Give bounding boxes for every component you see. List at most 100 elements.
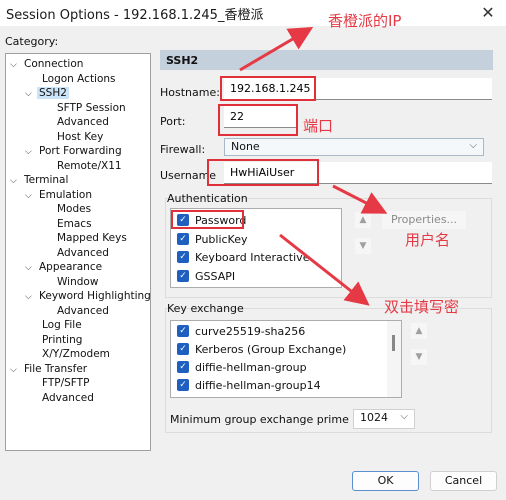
kex-move-down-button[interactable]: ▼ [411,349,427,365]
tree-item-terminal[interactable]: ⌵ Terminal [10,173,70,187]
tree-item-advanced[interactable]: Advanced [40,304,111,318]
chevron-down-icon[interactable]: ⌵ [10,58,22,72]
tree-item-logon-actions[interactable]: Logon Actions [25,72,118,86]
tree-item-label: Advanced [57,304,109,317]
kex-item[interactable]: ✓diffie-hellman [177,395,271,398]
tree-item-label: Emulation [39,188,92,201]
category-tree[interactable]: ⌵ Connection Logon Actions ⌵ SSH2 SFTP Sessio… [5,53,151,451]
tree-item-label: Emacs [57,217,92,230]
triangle-up-icon: ▲ [359,215,367,225]
checkbox-checked-icon[interactable]: ✓ [177,325,189,337]
tree-item-label: Advanced [57,116,109,128]
tree-item-x-y-zmodem[interactable]: X/Y/Zmodem [25,347,112,361]
tree-item-label: SSH2 [37,87,69,99]
chevron-down-icon[interactable]: ⌵ [10,174,22,188]
hostname-label: Hostname: [160,86,220,99]
chevron-down-icon[interactable]: ⌵ [25,189,37,203]
checkbox-checked-icon[interactable]: ✓ [177,379,189,391]
chevron-down-icon: ⌵ [469,140,477,151]
tree-item-appearance[interactable]: ⌵ Appearance [25,260,104,274]
scrollbar-thumb[interactable] [392,335,395,351]
chevron-down-icon[interactable]: ⌵ [10,363,22,377]
chevron-down-icon: ⌵ [400,411,408,422]
tree-item-label: Terminal [24,174,69,186]
checkbox-checked-icon[interactable]: ✓ [177,233,189,245]
tree-item-emacs[interactable]: Emacs [40,217,94,231]
chevron-down-icon[interactable]: ⌵ [25,145,37,159]
close-icon[interactable]: ✕ [476,0,500,24]
checkbox-checked-icon[interactable]: ✓ [177,343,189,355]
tree-item-label: Advanced [57,246,109,259]
kex-move-up-button[interactable]: ▲ [411,323,427,339]
annotation-box-port [218,104,298,136]
move-down-button[interactable]: ▼ [355,238,371,254]
chevron-down-icon[interactable]: ⌵ [25,87,37,101]
tree-item-port-forwarding[interactable]: ⌵ Port Forwarding [25,144,124,158]
window-title: Session Options - 192.168.1.245_香橙派 [6,8,264,23]
tree-item-connection[interactable]: ⌵ Connection [10,57,85,71]
annotation-ip: 香橙派的IP [328,12,402,30]
key-exchange-label: Key exchange [167,302,244,315]
kex-item[interactable]: ✓ curve25519-sha256 [177,323,305,339]
annotation-port: 端口 [303,117,334,135]
annotation-username: 用户名 [405,231,451,249]
auth-item-gssapi[interactable]: ✓ GSSAPI [177,268,235,284]
cancel-button[interactable]: Cancel [430,471,497,491]
key-exchange-list[interactable]: ✓ curve25519-sha256 ✓ Kerberos (Group Exch… [170,320,402,398]
tree-item-ftp-sftp[interactable]: FTP/SFTP [25,376,91,390]
firewall-select[interactable]: None ⌵ [224,138,484,156]
checkbox-checked-icon[interactable]: ✓ [177,251,189,263]
tree-item-label: Log File [42,319,82,331]
tree-item-label: SFTP Session [57,101,126,114]
min-prime-select[interactable]: 1024 ⌵ [353,409,415,429]
scrollbar[interactable] [387,321,401,397]
tree-item-mapped-keys[interactable]: Mapped Keys [40,231,129,245]
properties-button[interactable]: Properties... [382,211,466,229]
ok-button[interactable]: OK [352,471,419,491]
tree-item-modes[interactable]: Modes [40,202,93,216]
tree-item-file-transfer[interactable]: ⌵ File Transfer [10,362,89,376]
checkbox-checked-icon[interactable]: ✓ [177,270,189,282]
firewall-label: Firewall: [160,143,206,156]
tree-item-label: Mapped Keys [57,232,127,244]
kex-item[interactable]: ✓ diffie-hellman-group [177,359,307,375]
auth-item-keyboard-interactive[interactable]: ✓ Keyboard Interactive [177,249,309,265]
kex-item[interactable]: ✓ diffie-hellman-group14 [177,377,321,393]
tree-item-advanced[interactable]: Advanced [25,391,96,405]
chevron-down-icon[interactable]: ⌵ [25,290,37,304]
tree-item-keyword-highlighting[interactable]: ⌵ Keyword Highlighting [25,289,153,303]
tree-item-ssh2[interactable]: ⌵ SSH2 [25,86,69,100]
auth-item-publickey[interactable]: ✓ PublicKey [177,231,248,247]
move-up-button[interactable]: ▲ [355,212,371,228]
triangle-up-icon: ▲ [415,326,423,336]
chevron-down-icon[interactable]: ⌵ [25,261,37,275]
tree-item-emulation[interactable]: ⌵ Emulation [25,188,94,202]
annotation-box-hostname [220,76,316,101]
triangle-down-icon: ▼ [359,241,367,251]
tree-item-label: X/Y/Zmodem [42,348,110,360]
tree-item-label: Advanced [42,391,94,404]
tree-item-remote-x11[interactable]: Remote/X11 [40,159,124,173]
tree-item-label: Port Forwarding [39,145,122,157]
min-prime-label: Minimum group exchange prime size: [170,413,378,426]
tree-item-log-file[interactable]: Log File [25,318,84,332]
tree-item-printing[interactable]: Printing [25,333,84,347]
tree-item-host-key[interactable]: Host Key [40,130,105,144]
tree-item-label: FTP/SFTP [42,377,90,389]
tree-item-advanced[interactable]: Advanced [40,115,111,129]
tree-item-label: Appearance [39,261,103,273]
tree-item-label: Connection [24,58,84,70]
tree-item-advanced[interactable]: Advanced [40,246,111,260]
tree-item-label: Keyword Highlighting [39,290,151,302]
kex-item[interactable]: ✓ Kerberos (Group Exchange) [177,341,346,357]
checkbox-checked-icon[interactable]: ✓ [177,361,189,373]
triangle-down-icon: ▼ [415,352,423,362]
tree-item-label: Host Key [57,130,104,143]
title-bar: Session Options - 192.168.1.245_香橙派 ✕ [0,0,506,26]
checkbox-checked-icon[interactable]: ✓ [177,397,189,398]
tree-item-sftp-session[interactable]: SFTP Session [40,101,128,115]
section-header: SSH2 [160,50,493,70]
tree-item-label: Logon Actions [42,72,116,85]
annotation-box-password [171,210,244,229]
tree-item-window[interactable]: Window [40,275,100,289]
